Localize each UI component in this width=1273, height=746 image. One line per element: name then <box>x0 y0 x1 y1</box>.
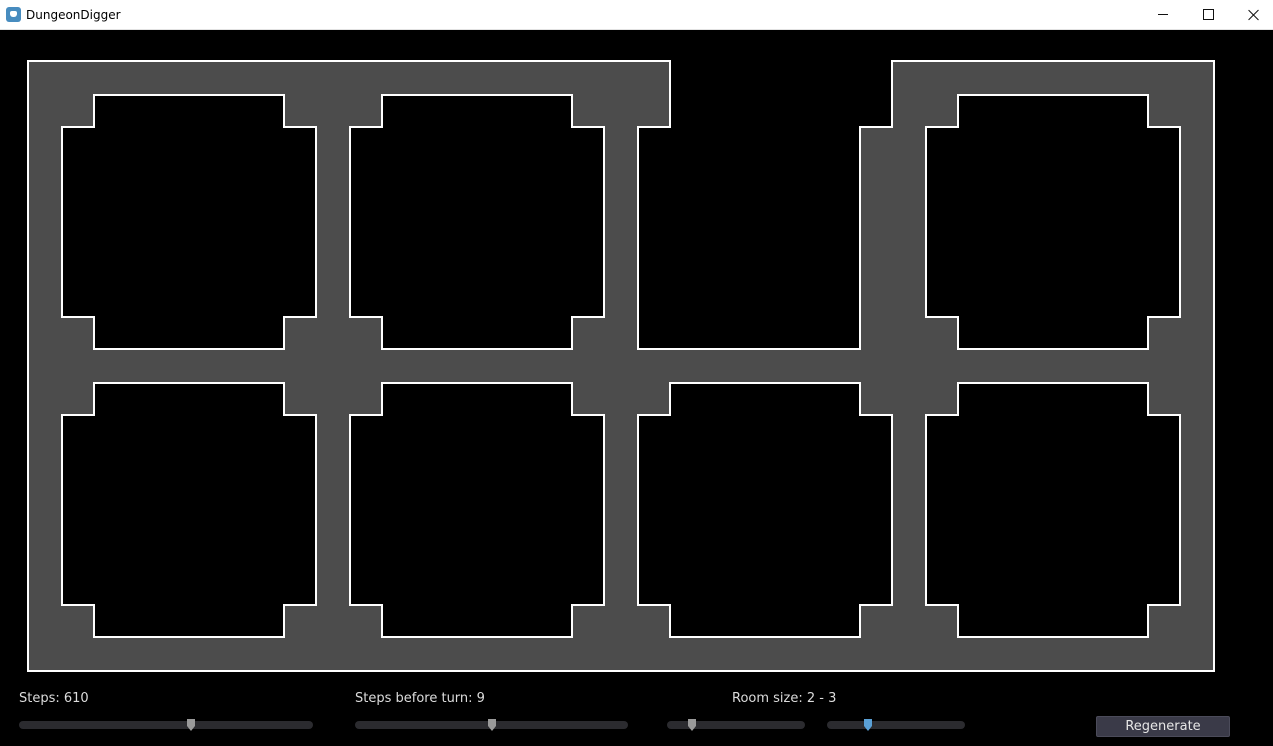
slider-grabber-icon[interactable] <box>186 719 195 731</box>
dungeon-map <box>27 60 1215 672</box>
room-size-min-slider[interactable] <box>667 719 805 731</box>
close-button[interactable] <box>1231 0 1273 29</box>
steps-label: Steps: 610 <box>19 691 89 706</box>
room <box>61 94 317 350</box>
room <box>637 382 893 638</box>
slider-grabber-icon[interactable] <box>687 719 696 731</box>
minimize-button[interactable] <box>1140 0 1186 29</box>
room <box>349 94 605 350</box>
slider-grabber-icon[interactable] <box>487 719 496 731</box>
maximize-icon <box>1202 9 1214 20</box>
regenerate-button[interactable]: Regenerate <box>1096 716 1230 737</box>
app-icon <box>6 7 21 22</box>
slider-track <box>19 721 313 729</box>
slider-grabber-icon[interactable] <box>864 719 873 731</box>
minimize-icon <box>1158 14 1168 15</box>
steps-before-turn-slider[interactable] <box>355 719 628 731</box>
steps-slider[interactable] <box>19 719 313 731</box>
room <box>61 382 317 638</box>
room <box>925 94 1181 350</box>
room <box>925 382 1181 638</box>
window-title: DungeonDigger <box>26 8 121 22</box>
room-size-max-slider[interactable] <box>827 719 965 731</box>
slider-track <box>827 721 965 729</box>
title-bar: DungeonDigger <box>0 0 1273 30</box>
close-icon <box>1248 9 1260 21</box>
room-size-label: Room size: 2 - 3 <box>732 691 837 706</box>
maximize-button[interactable] <box>1185 0 1231 29</box>
steps-before-turn-label: Steps before turn: 9 <box>355 691 485 706</box>
room <box>349 382 605 638</box>
